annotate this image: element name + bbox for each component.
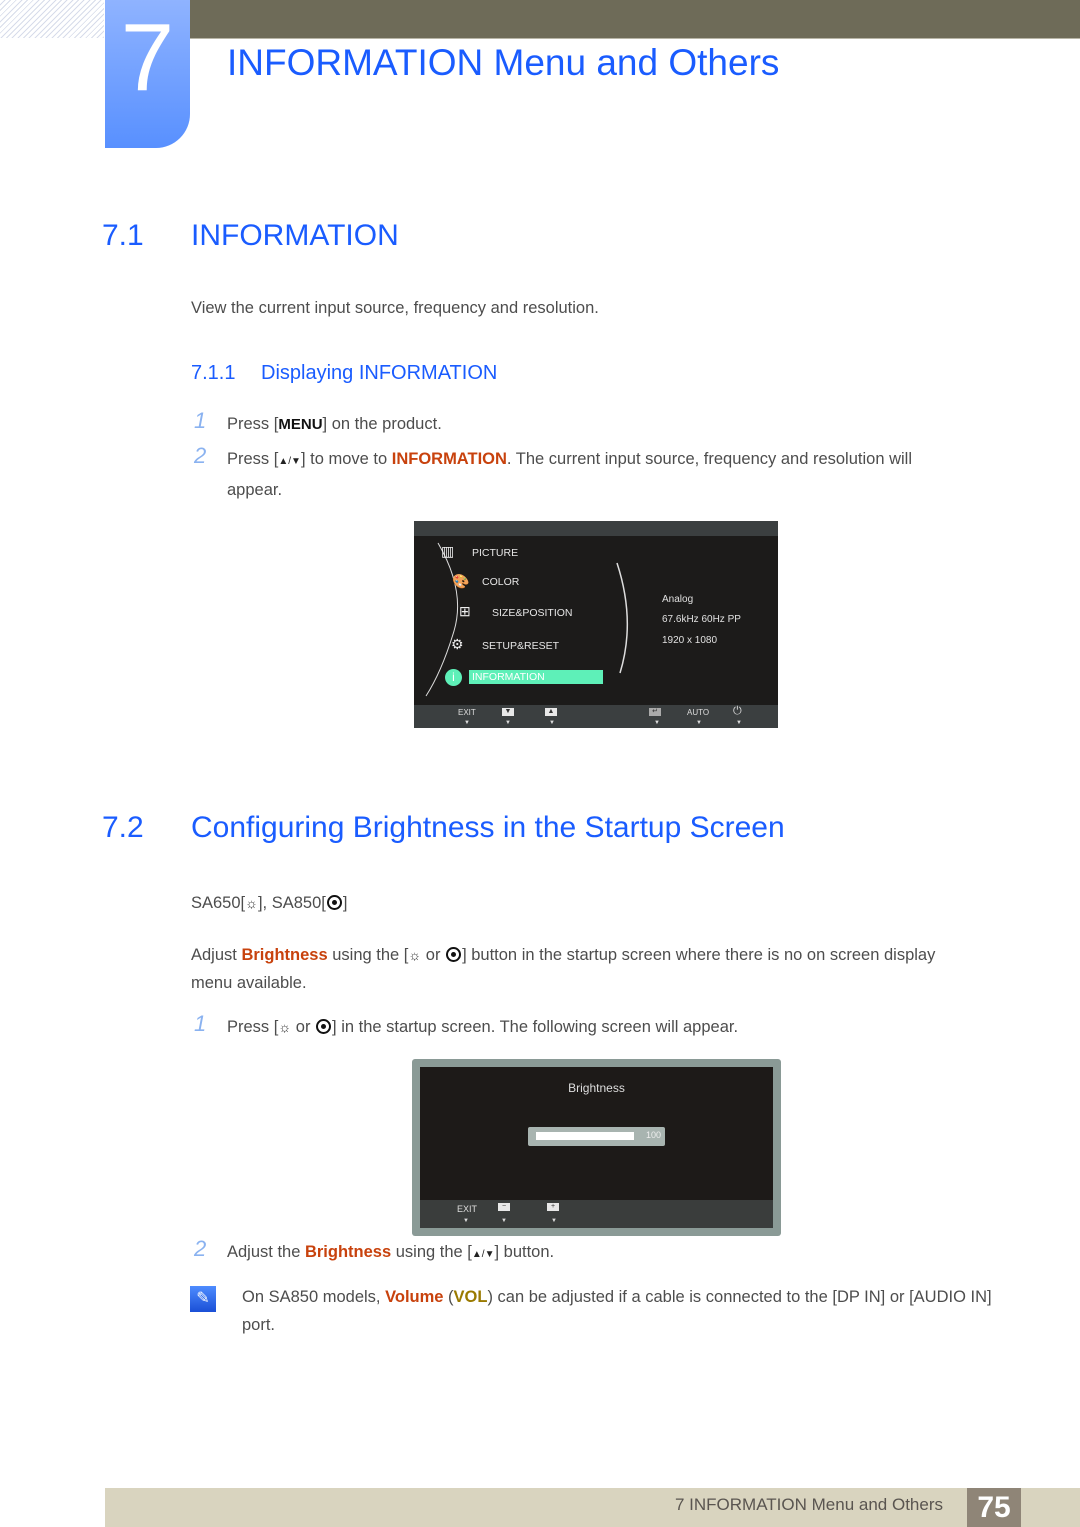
footer-chapter-title: 7 INFORMATION Menu and Others: [675, 1495, 943, 1514]
osd-up-button: ▲: [545, 708, 557, 716]
step-number: 1: [194, 408, 207, 433]
osd-info-resolution: 1920 x 1080: [662, 635, 718, 646]
triangle-icon: ▼: [696, 720, 702, 726]
osd-enter-button: ↵: [649, 708, 661, 716]
step-text: Press [MENU] on the product.: [227, 415, 442, 433]
header-bar: [190, 0, 1080, 39]
triangle-icon: ▼: [549, 720, 555, 726]
subsection-number: 7.1.1: [191, 362, 236, 384]
up-down-arrows-icon: ▲/▼: [278, 456, 301, 467]
brightness-slider: 100: [528, 1127, 665, 1146]
step-number: 2: [194, 443, 207, 468]
brightness-paragraph: Adjust Brightness using the [☼ or ] butt…: [191, 941, 1011, 997]
power-icon: ⏻: [733, 705, 742, 717]
section-intro: View the current input source, frequency…: [191, 299, 599, 317]
chapter-title: INFORMATION Menu and Others: [227, 42, 780, 83]
info-icon: i: [445, 669, 462, 686]
osd-down-button: ▼: [502, 708, 514, 716]
step-text: Press [☼ or ] in the startup screen. The…: [227, 1013, 738, 1041]
sun-icon: ☼: [278, 1019, 292, 1035]
step-number: 2: [194, 1236, 207, 1261]
osd-item-size-position: SIZE&POSITION: [492, 607, 573, 619]
osd-item-picture: PICTURE: [472, 547, 519, 559]
brightness-value: 100: [645, 1130, 661, 1140]
size-position-icon: ⊞: [459, 603, 471, 619]
page-number: 75: [967, 1488, 1021, 1527]
picture-icon: ▥: [441, 543, 455, 559]
osd-info-source: Analog: [662, 594, 694, 605]
section-number: 7.1: [102, 219, 144, 252]
brightness-osd-title: Brightness: [568, 1081, 625, 1095]
step-text: Press [▲/▼] to move to INFORMATION. The …: [227, 450, 913, 499]
triangle-icon: ▼: [464, 720, 470, 726]
section-title: Configuring Brightness in the Startup Sc…: [191, 811, 785, 844]
chapter-number: 7: [120, 4, 175, 111]
osd-exit-button: EXIT: [458, 708, 476, 717]
target-button-icon: [316, 1019, 332, 1034]
triangle-icon: ▼: [463, 1218, 469, 1224]
section-number: 7.2: [102, 811, 144, 844]
gear-icon: ⚙: [451, 636, 464, 652]
target-button-icon: [446, 947, 462, 962]
osd-item-setup-reset: SETUP&RESET: [482, 640, 560, 652]
osd-item-information: INFORMATION: [472, 671, 545, 683]
brightness-slider-fill: [536, 1132, 634, 1140]
step-number: 1: [194, 1011, 207, 1036]
triangle-icon: ▼: [505, 720, 511, 726]
note-text: On SA850 models, Volume (VOL) can be adj…: [242, 1288, 992, 1334]
triangle-icon: ▼: [501, 1218, 507, 1224]
sun-icon: ☼: [408, 947, 422, 963]
target-button-icon: [326, 895, 342, 910]
triangle-icon: ▼: [736, 720, 742, 726]
osd-plus-button: +: [547, 1203, 559, 1211]
menu-key: MENU: [278, 416, 323, 433]
triangle-icon: ▼: [551, 1218, 557, 1224]
triangle-icon: ▼: [654, 720, 660, 726]
osd-minus-button: −: [498, 1203, 510, 1211]
section-title: INFORMATION: [191, 219, 399, 252]
model-list: SA650[☼], SA850[]: [191, 889, 347, 917]
step-text: Adjust the Brightness using the [▲/▼] bu…: [227, 1243, 555, 1261]
note-pencil-icon: ✎: [190, 1286, 216, 1312]
chapter-badge: 7: [105, 0, 190, 148]
sun-icon: ☼: [245, 895, 258, 911]
palette-icon: 🎨: [452, 573, 470, 589]
brightness-osd-screenshot: Brightness 100 EXIT − + ▼ ▼ ▼: [420, 1067, 773, 1228]
osd-exit-button: EXIT: [457, 1204, 478, 1214]
decorative-hatch: [0, 0, 104, 38]
up-down-arrows-icon: ▲/▼: [471, 1249, 495, 1260]
osd-info-frequency: 67.6kHz 60Hz PP: [662, 614, 741, 625]
osd-auto-button: AUTO: [687, 708, 710, 717]
osd-item-color: COLOR: [482, 576, 520, 588]
subsection-title: Displaying INFORMATION: [261, 362, 498, 384]
